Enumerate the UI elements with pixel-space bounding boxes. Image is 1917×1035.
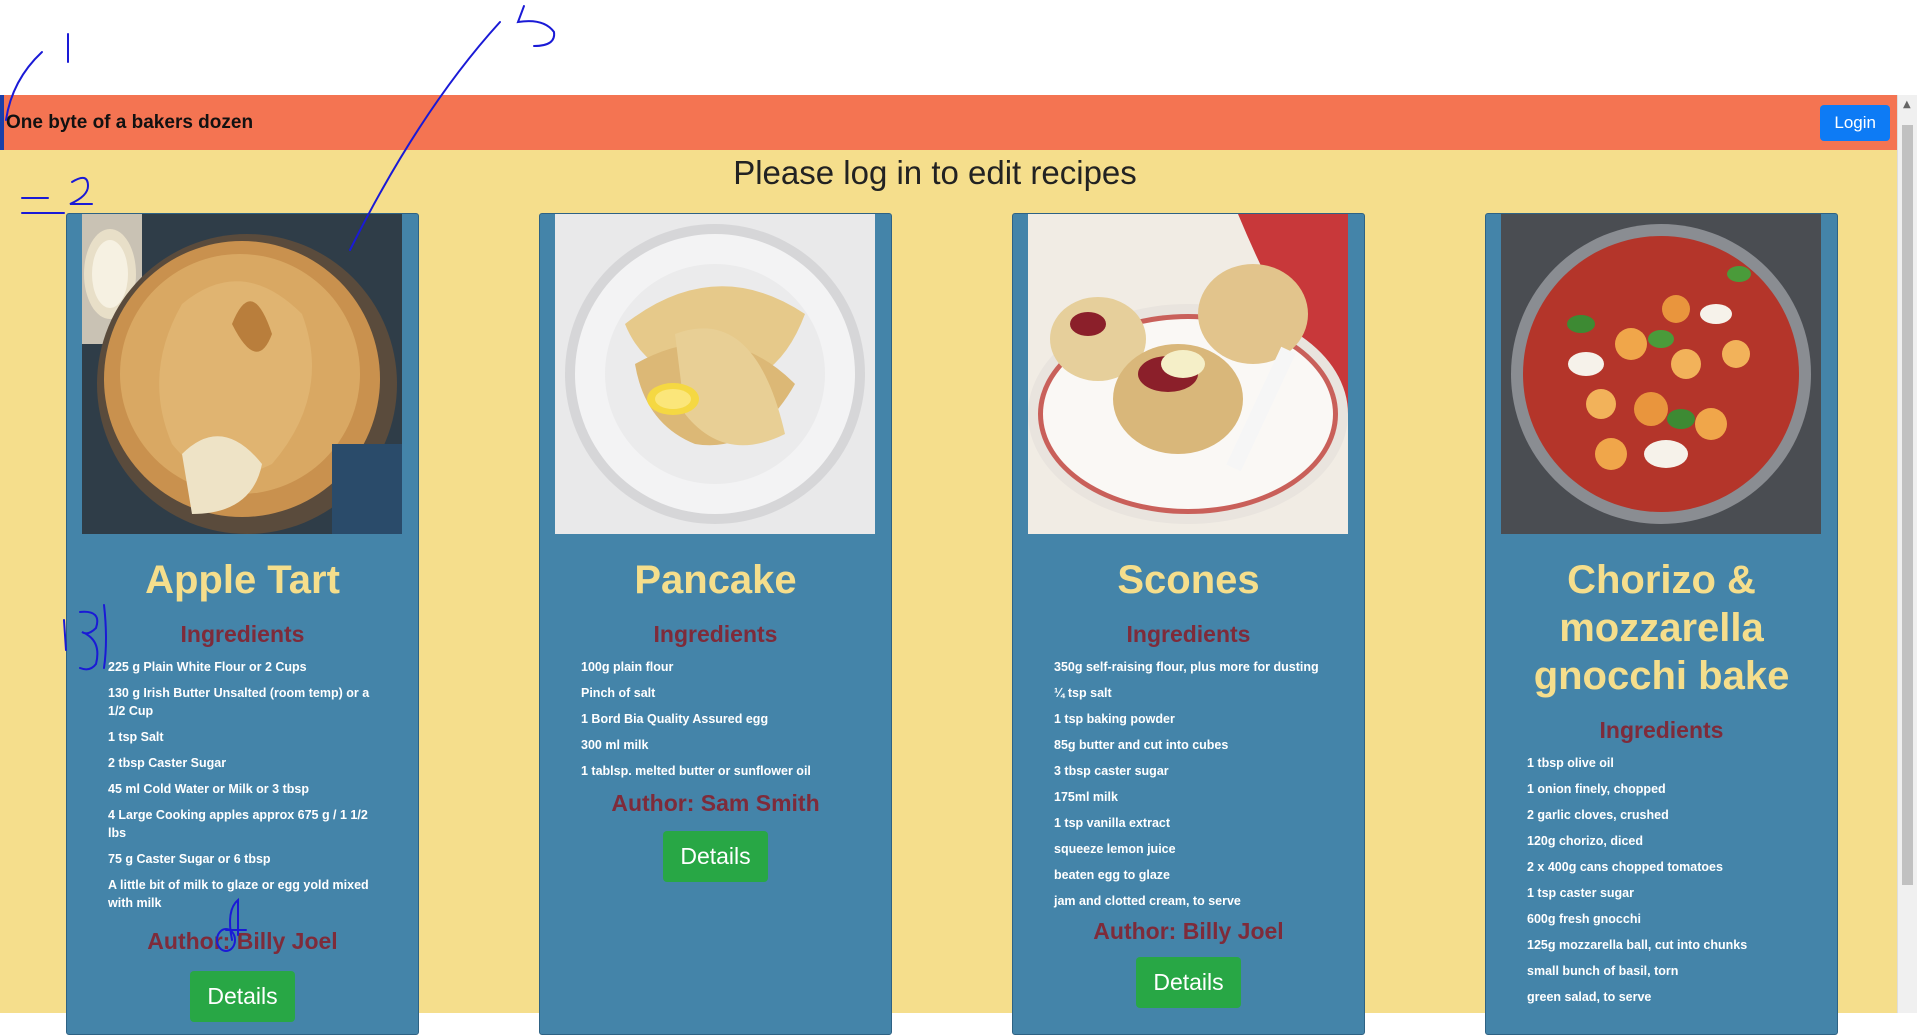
recipe-title: Pancake — [634, 558, 797, 602]
ingredients-heading: Ingredients — [1599, 717, 1724, 743]
ingredient-item: beaten egg to glaze — [1054, 868, 1170, 882]
ingredient-item: 100g plain flour — [581, 660, 674, 674]
page-scrollbar[interactable]: ▲ — [1897, 95, 1917, 1013]
login-button[interactable]: Login — [1820, 105, 1890, 141]
ingredient-item: 2 garlic cloves, crushed — [1527, 808, 1669, 822]
ingredient-item: small bunch of basil, torn — [1527, 964, 1679, 978]
ingredient-item: 1 tsp Salt — [108, 730, 164, 744]
recipe-title: Chorizo & mozzarella gnocchi bake — [1533, 558, 1790, 698]
scroll-up-arrow-icon[interactable]: ▲ — [1903, 99, 1911, 110]
ingredients-list: 350g self-raising flour, plus more for d… — [1013, 658, 1364, 910]
ingredient-item: 3 tbsp caster sugar — [1054, 764, 1169, 778]
navbar: One byte of a bakers dozen Login — [0, 95, 1898, 150]
ingredient-item: Pinch of salt — [581, 686, 656, 700]
login-notice: Please log in to edit recipes — [733, 154, 1137, 191]
scroll-thumb[interactable] — [1902, 125, 1913, 885]
ingredient-item: 130 g Irish Butter Unsalted (room temp) … — [108, 686, 370, 718]
ingredient-item: A little bit of milk to glaze or egg yol… — [108, 878, 369, 910]
details-button[interactable]: Details — [663, 831, 768, 882]
recipe-body: Ingredients 350g self-raising flour, plu… — [1013, 621, 1364, 1008]
ingredient-item: 1 tsp vanilla extract — [1054, 816, 1171, 830]
recipe-body: Ingredients 100g plain flour Pinch of sa… — [540, 621, 891, 882]
ingredient-item: 4 Large Cooking apples approx 675 g / 1 … — [108, 808, 368, 840]
recipe-image-apple-tart — [82, 214, 402, 534]
ingredients-list: 100g plain flour Pinch of salt 1 Bord Bi… — [540, 658, 891, 780]
recipe-author: Author: Billy Joel — [147, 928, 338, 954]
ingredient-item: 225 g Plain White Flour or 2 Cups — [108, 660, 307, 674]
recipe-image-chorizo-gnocchi — [1501, 214, 1821, 534]
recipe-image-pancake — [555, 214, 875, 534]
recipe-card-apple-tart: Apple Tart Ingredients 225 g Plain White… — [66, 213, 419, 1035]
recipe-image-scones — [1028, 214, 1348, 534]
ingredient-item: 175ml milk — [1054, 790, 1118, 804]
ingredient-item: squeeze lemon juice — [1054, 842, 1176, 856]
ingredient-item: 125g mozzarella ball, cut into chunks — [1527, 938, 1748, 952]
ingredients-heading: Ingredients — [1126, 621, 1251, 647]
recipe-card-scones: Scones Ingredients 350g self-raising flo… — [1012, 213, 1365, 1035]
ingredient-item: green salad, to serve — [1527, 990, 1652, 1004]
ingredient-item: 45 ml Cold Water or Milk or 3 tbsp — [108, 782, 309, 796]
recipe-author: Author: Sam Smith — [611, 790, 820, 816]
ingredient-item: ¼ tsp salt — [1054, 686, 1112, 700]
ingredient-item: 1 tsp caster sugar — [1527, 886, 1634, 900]
recipe-author: Author: Billy Joel — [1093, 918, 1284, 944]
recipe-title: Apple Tart — [145, 558, 340, 602]
details-button[interactable]: Details — [190, 971, 295, 1022]
ingredients-list: 1 tbsp olive oil 1 onion finely, chopped… — [1486, 754, 1837, 1006]
recipe-body: Ingredients 225 g Plain White Flour or 2… — [67, 621, 418, 1022]
recipe-card-chorizo-gnocchi: Chorizo & mozzarella gnocchi bake Ingred… — [1485, 213, 1838, 1035]
ingredient-item: 2 tbsp Caster Sugar — [108, 756, 227, 770]
ingredients-list: 225 g Plain White Flour or 2 Cups 130 g … — [67, 658, 418, 912]
ingredient-item: 1 tbsp olive oil — [1527, 756, 1614, 770]
ingredient-item: 2 x 400g cans chopped tomatoes — [1527, 860, 1723, 874]
ingredient-item: 1 tablsp. melted butter or sunflower oil — [581, 764, 811, 778]
ingredient-item: 600g fresh gnocchi — [1527, 912, 1641, 926]
ingredients-heading: Ingredients — [653, 621, 778, 647]
ingredient-item: 1 onion finely, chopped — [1527, 782, 1666, 796]
page: One byte of a bakers dozen Login Please … — [0, 0, 1917, 1035]
ingredient-item: 1 Bord Bia Quality Assured egg — [581, 712, 769, 726]
recipe-title: Scones — [1117, 558, 1260, 602]
recipe-card-pancake: Pancake Ingredients 100g plain flour Pin… — [539, 213, 892, 1035]
details-button[interactable]: Details — [1136, 957, 1241, 1008]
ingredient-item: 1 tsp baking powder — [1054, 712, 1175, 726]
ingredient-item: 75 g Caster Sugar or 6 tbsp — [108, 852, 271, 866]
ingredient-item: jam and clotted cream, to serve — [1054, 894, 1241, 908]
ingredient-item: 120g chorizo, diced — [1527, 834, 1644, 848]
recipe-body: Ingredients 1 tbsp olive oil 1 onion fin… — [1486, 717, 1837, 1014]
ingredient-item: 300 ml milk — [581, 738, 649, 752]
ingredient-item: 350g self-raising flour, plus more for d… — [1054, 660, 1319, 674]
brand-title[interactable]: One byte of a bakers dozen — [6, 112, 253, 134]
ingredients-heading: Ingredients — [180, 621, 305, 647]
ingredient-item: 85g butter and cut into cubes — [1054, 738, 1229, 752]
